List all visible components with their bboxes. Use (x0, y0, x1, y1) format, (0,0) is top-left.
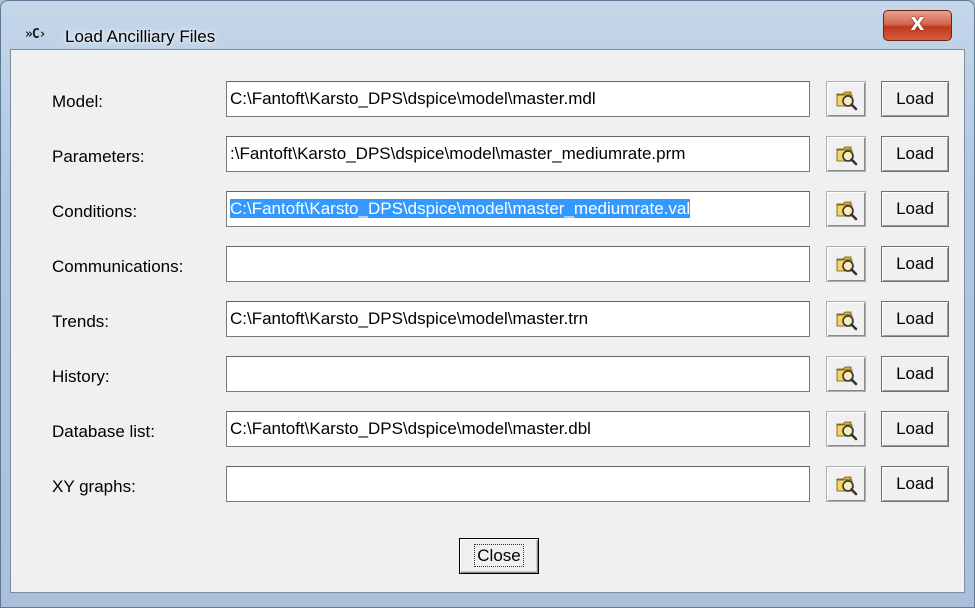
row-label: Trends: (52, 312, 110, 331)
database-list-browse-button[interactable] (826, 411, 866, 447)
folder-magnifier-icon (836, 366, 858, 386)
folder-magnifier-icon (836, 421, 858, 441)
model-path-input[interactable]: C:\Fantoft\Karsto_DPS\dspice\model\maste… (226, 81, 810, 117)
conditions-load-button[interactable]: Load (881, 191, 949, 227)
folder-magnifier-icon (836, 311, 858, 331)
file-row-xy-graphs: XY graphs: Load (11, 465, 964, 509)
parameters-browse-button[interactable] (826, 136, 866, 172)
conditions-path-input[interactable]: C:\Fantoft\Karsto_DPS\dspice\model\maste… (226, 191, 810, 227)
history-load-button[interactable]: Load (881, 356, 949, 392)
window-close-button[interactable]: X (883, 10, 952, 41)
dialog-client-area: Model: C:\Fantoft\Karsto_DPS\dspice\mode… (10, 49, 965, 593)
database-list-load-button[interactable]: Load (881, 411, 949, 447)
folder-magnifier-icon (836, 201, 858, 221)
dialog-window: »C› Load Ancilliary Files X Model: C:\Fa… (0, 0, 975, 608)
trends-path-input[interactable]: C:\Fantoft\Karsto_DPS\dspice\model\maste… (226, 301, 810, 337)
file-row-model: Model: C:\Fantoft\Karsto_DPS\dspice\mode… (11, 80, 964, 124)
row-label: Database list: (52, 422, 155, 441)
folder-magnifier-icon (836, 91, 858, 111)
xy-graphs-browse-button[interactable] (826, 466, 866, 502)
model-browse-button[interactable] (826, 81, 866, 117)
close-button[interactable]: Close (459, 538, 539, 574)
parameters-load-button[interactable]: Load (881, 136, 949, 172)
communications-path-input[interactable] (226, 246, 810, 282)
conditions-browse-button[interactable] (826, 191, 866, 227)
row-label: Model: (52, 92, 104, 111)
history-browse-button[interactable] (826, 356, 866, 392)
file-row-trends: Trends: C:\Fantoft\Karsto_DPS\dspice\mod… (11, 300, 964, 344)
window-title: Load Ancilliary Files (65, 27, 216, 46)
file-row-parameters: Parameters: :\Fantoft\Karsto_DPS\dspice\… (11, 135, 964, 179)
file-row-conditions: Conditions: C:\Fantoft\Karsto_DPS\dspice… (11, 190, 964, 234)
trends-browse-button[interactable] (826, 301, 866, 337)
folder-magnifier-icon (836, 256, 858, 276)
communications-load-button[interactable]: Load (881, 246, 949, 282)
file-row-communications: Communications: Load (11, 245, 964, 289)
folder-magnifier-icon (836, 146, 858, 166)
history-path-input[interactable] (226, 356, 810, 392)
communications-browse-button[interactable] (826, 246, 866, 282)
app-icon: »C› (25, 27, 46, 42)
xy-graphs-load-button[interactable]: Load (881, 466, 949, 502)
row-label: History: (52, 367, 110, 386)
parameters-path-input[interactable]: :\Fantoft\Karsto_DPS\dspice\model\master… (226, 136, 810, 172)
row-label: Conditions: (52, 202, 138, 221)
xy-graphs-path-input[interactable] (226, 466, 810, 502)
selected-text: C:\Fantoft\Karsto_DPS\dspice\model\maste… (230, 199, 691, 218)
row-label: XY graphs: (52, 477, 136, 496)
model-load-button[interactable]: Load (881, 81, 949, 117)
close-button-label: Close (474, 544, 524, 567)
file-row-history: History: Load (11, 355, 964, 399)
close-icon: X (910, 14, 925, 35)
database-list-path-input[interactable]: C:\Fantoft\Karsto_DPS\dspice\model\maste… (226, 411, 810, 447)
title-bar[interactable]: »C› Load Ancilliary Files X (1, 1, 974, 46)
row-label: Parameters: (52, 147, 145, 166)
trends-load-button[interactable]: Load (881, 301, 949, 337)
row-label: Communications: (52, 257, 184, 276)
folder-magnifier-icon (836, 476, 858, 496)
file-row-database-list: Database list: C:\Fantoft\Karsto_DPS\dsp… (11, 410, 964, 454)
